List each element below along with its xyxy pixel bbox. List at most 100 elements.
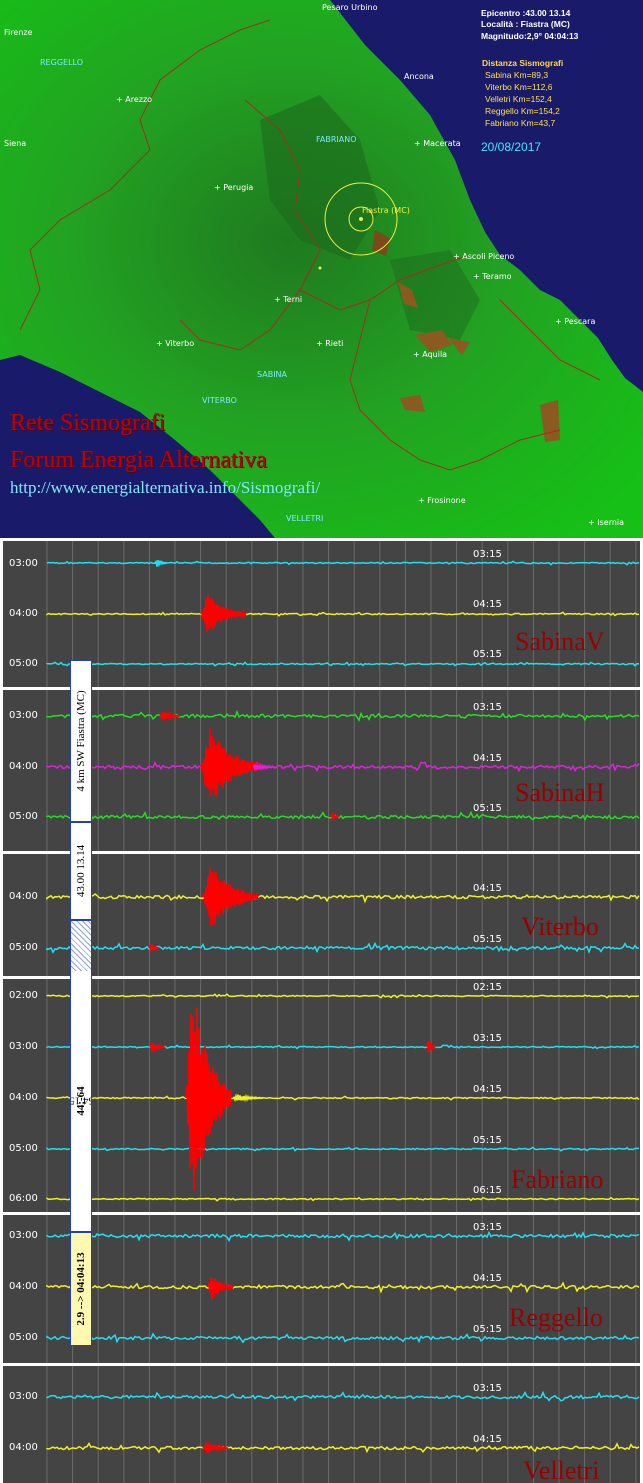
city-label: Pesaro Urbino [322,3,378,12]
trace-line [46,1044,640,1050]
event-coords: 43.00 13.14 [75,844,87,898]
row-time-label: 04:00 [9,1281,38,1292]
trace-line [46,1095,640,1101]
seismic-event-burst [207,1277,234,1300]
row-mark-label: 05:15 [473,649,502,660]
row-time-label: 05:00 [9,942,38,953]
trace-line [46,1332,640,1344]
epicenter-label: Fiastra (MC) [362,206,410,215]
city-label: Siena [4,139,27,148]
station-label-viterbo: VITERBO [202,396,237,405]
row-mark-label: 03:15 [473,1222,502,1233]
event-date: 20/08/2017 [481,140,542,154]
seismogram-panel-viterbo: 04:00 05:00 04:15 05:15 Viterbo [3,854,640,976]
row-time-label: 03:00 [9,1391,38,1402]
seismic-event-burst [148,943,160,952]
row-mark-label: 03:15 [473,549,502,560]
trace-canvas [46,690,640,851]
city-label: + Aquila [413,350,448,359]
row-time-label: 05:00 [9,658,38,669]
city-label: Ancona [404,72,434,81]
row-mark-label: 03:15 [473,1383,502,1394]
trace-line [46,1146,639,1152]
station-name: Velletri [523,1456,600,1483]
city-label: + Isernia [588,518,625,527]
distance-item: Reggello Km=154,2 [485,106,560,116]
city-label: + Ascoli Piceno [453,252,515,261]
event-magnitude: 2.9 --> 04:04:13 [75,1252,87,1326]
distance-item: Sabina Km=89,3 [485,70,549,80]
epicenter-coords: Epicentro :43.00 13.14 [481,8,571,18]
station-name: SabinaV [515,627,605,656]
trace-line [46,611,640,617]
seismic-event-burst [202,867,259,926]
trace-line [46,810,640,822]
brand-title: Rete Sismografi [10,410,166,436]
station-label-velletri: VELLETRI [286,514,324,523]
distance-item: Velletri Km=152,4 [485,94,552,104]
row-time-label: 03:00 [9,558,38,569]
row-time-label: 03:00 [9,710,38,721]
epicenter-magnitude: Magnitudo:2,9° 04:04:13 [481,31,579,41]
city-label: Firenze [4,28,33,37]
row-time-label: 05:00 [9,1143,38,1154]
row-time-label: 05:00 [9,1332,38,1343]
seismic-event-burst [232,1093,264,1103]
row-mark-label: 03:15 [473,1033,502,1044]
distances-title: Distanza Sismografi [482,58,564,68]
row-mark-label: 02:15 [473,982,502,993]
hatch-fill [71,921,91,971]
trace-line [46,892,640,904]
city-label: + Macerata [414,139,461,148]
row-time-label: 04:00 [9,1092,38,1103]
trace-line [46,1281,640,1294]
row-time-label: 06:00 [9,1193,38,1204]
city-label: + Viterbo [156,339,195,348]
row-time-label: 03:00 [9,1041,38,1052]
epicenter-location: Località : Fiastra (MC) [481,19,570,29]
seismogram-panel-reggello: 03:00 04:00 05:00 03:15 04:15 05:15 Regg… [3,1215,640,1363]
row-time-label: 03:00 [9,1230,38,1241]
distance-item: Fabriano Km=43,7 [485,118,556,128]
row-mark-label: 04:15 [473,1084,502,1095]
event-distances: 9.89;61 113;54 151;-31 152;78 [71,1095,91,1108]
city-label: + Terni [274,295,303,304]
row-time-label: 02:00 [9,990,38,1001]
trace-line [46,709,640,722]
seismic-event-burst [159,711,181,721]
row-mark-label: 05:15 [473,1135,502,1146]
trace-canvas [46,1215,640,1363]
seismic-event-burst [185,1006,232,1191]
station-name: Viterbo [521,912,599,941]
row-mark-label: 03:15 [473,702,502,713]
row-time-label: 04:00 [9,608,38,619]
brand-subtitle: Forum Energia Alternativa [10,447,267,473]
row-time-label: 04:00 [9,1442,38,1453]
epicenter-map: Epicentro :43.00 13.14 Località : Fiastr… [0,0,643,538]
row-time-label: 05:00 [9,811,38,822]
trace-line [46,1442,640,1454]
station-name: Reggello [509,1303,603,1332]
row-mark-label: 04:15 [473,753,502,764]
trace-line [46,941,640,955]
trace-line [46,993,640,999]
seismogram-panel-velletri: 03:00 04:00 03:15 04:15 Velletri [3,1366,640,1483]
event-distances-cell: 9.89;61 113;54 151;-31 152;78 44;-64 [71,971,91,1231]
row-mark-label: 06:15 [473,1185,502,1196]
city-label: + Pescara [555,317,596,326]
row-mark-label: 04:15 [473,1434,502,1445]
station-label-fabriano: FABRIANO [316,135,357,144]
city-label: + Frosinone [418,496,466,505]
city-label: + Perugia [214,183,254,192]
seismic-event-burst [200,594,247,632]
trace-line [46,560,640,566]
trace-line [46,760,640,774]
trace-line [46,1196,640,1202]
row-time-label: 04:00 [9,761,38,772]
seismic-event-burst [202,1441,229,1453]
event-summary-box: 4 km SW Fiastra (MC) 43.00 13.14 9.89;61… [70,660,92,1346]
trace-canvas [46,541,640,687]
event-magnitude-cell: 2.9 --> 04:04:13 [71,1233,91,1345]
row-mark-label: 04:15 [473,599,502,610]
trace-line [46,1230,640,1242]
